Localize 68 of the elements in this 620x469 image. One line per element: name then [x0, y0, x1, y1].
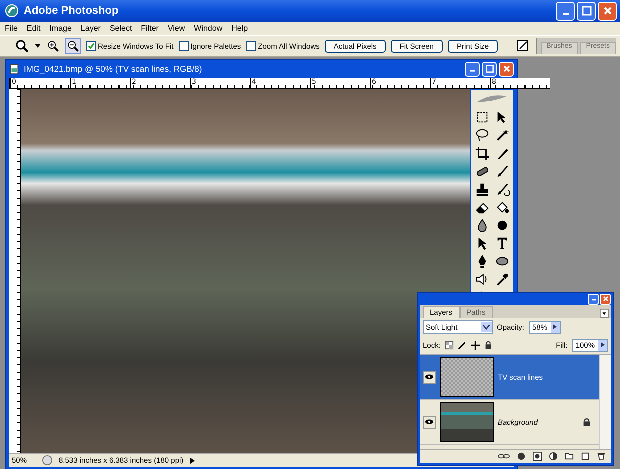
eye-icon	[425, 374, 434, 380]
menu-item[interactable]: Window	[194, 24, 223, 33]
check-icon	[88, 42, 94, 50]
marquee-icon[interactable]	[474, 110, 490, 125]
menu-item[interactable]: View	[168, 24, 186, 33]
minimize-button[interactable]	[556, 2, 575, 20]
document-icon	[9, 64, 20, 74]
checkbox[interactable]	[178, 41, 189, 51]
layer-thumbnail	[440, 357, 494, 397]
info-icon	[42, 455, 53, 466]
minimize-button[interactable]	[588, 294, 599, 304]
bucket-icon[interactable]	[494, 200, 510, 215]
close-button[interactable]	[600, 294, 611, 304]
caret-icon[interactable]	[35, 44, 41, 48]
maximize-icon	[580, 5, 592, 17]
minimize-icon	[562, 12, 568, 15]
maximize-button[interactable]	[577, 2, 596, 20]
menu-item[interactable]: Layer	[80, 24, 101, 33]
palette-icon[interactable]	[514, 38, 531, 54]
triangle-icon	[553, 324, 558, 330]
scrollbar[interactable]	[599, 355, 611, 449]
menu-item[interactable]: File	[5, 24, 18, 33]
link-icon[interactable]	[498, 452, 510, 461]
new-layer-icon[interactable]	[581, 452, 590, 461]
crop-icon[interactable]	[474, 146, 490, 161]
close-button[interactable]	[499, 62, 514, 76]
trash-icon[interactable]	[597, 452, 606, 461]
visibility-toggle[interactable]	[423, 370, 436, 384]
menu-item[interactable]: Filter	[141, 24, 159, 33]
mask-icon[interactable]	[533, 452, 542, 461]
menu-item[interactable]: Edit	[26, 24, 41, 33]
menu-item[interactable]: Image	[50, 24, 72, 33]
menu-item[interactable]: Help	[232, 24, 248, 33]
maximize-icon	[484, 64, 494, 74]
checkbox[interactable]	[246, 41, 256, 51]
app-logo-icon	[5, 4, 19, 18]
folder-icon[interactable]	[565, 452, 574, 461]
close-icon	[602, 5, 614, 17]
panel-menu-icon[interactable]	[600, 309, 609, 318]
move-icon[interactable]	[470, 340, 480, 350]
zoom-in-icon[interactable]	[46, 39, 60, 53]
zoom-icon[interactable]	[14, 38, 30, 54]
minimize-icon	[470, 70, 475, 72]
close-icon	[502, 64, 512, 74]
lock-icon[interactable]	[484, 340, 493, 350]
visibility-toggle[interactable]	[423, 416, 436, 428]
menu-item[interactable]: Select	[110, 24, 132, 33]
adjustment-icon[interactable]	[549, 452, 558, 461]
lock-transparency-icon[interactable]	[444, 340, 454, 350]
checkbox[interactable]	[86, 41, 96, 51]
chevron-icon	[483, 324, 490, 330]
wand-icon[interactable]	[494, 128, 510, 143]
maximize-button[interactable]	[482, 62, 497, 76]
stamp-icon[interactable]	[474, 182, 490, 197]
eyedropper-icon[interactable]	[494, 272, 510, 287]
document-title: IMG_0421.bmp @ 50% (TV scan lines, RGB/8)	[24, 64, 202, 74]
triangle-icon[interactable]	[190, 456, 195, 464]
minimize-icon	[592, 299, 596, 302]
zoom-out-icon[interactable]	[65, 38, 81, 54]
speaker-icon[interactable]	[474, 272, 490, 287]
close-button[interactable]	[598, 2, 617, 20]
lasso-icon[interactable]	[474, 128, 490, 143]
app-title: Adobe Photoshop	[24, 5, 119, 17]
eye-icon	[425, 419, 434, 425]
close-icon	[602, 295, 610, 303]
minimize-button[interactable]	[465, 62, 480, 76]
layer-thumbnail	[440, 402, 494, 442]
triangle-icon	[600, 342, 604, 348]
